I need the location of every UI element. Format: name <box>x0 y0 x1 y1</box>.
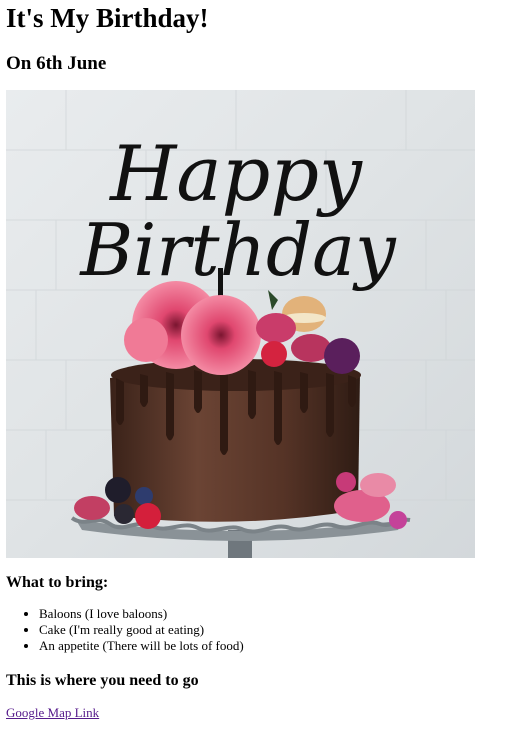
map-link-paragraph: Google Map Link <box>6 705 501 721</box>
topper-text-happy: Happy <box>108 129 363 218</box>
page-title: It's My Birthday! <box>6 3 209 33</box>
date-heading: On 6th June <box>6 53 107 74</box>
list-item: Cake (I'm really good at eating) <box>39 622 501 638</box>
bring-heading: What to bring: <box>6 574 109 591</box>
cake-topper: Happy Birthday <box>78 129 397 298</box>
list-item: Baloons (I love baloons) <box>39 606 501 622</box>
location-heading: This is where you need to go <box>6 672 199 689</box>
birthday-cake-image: Happy Birthday <box>6 90 475 558</box>
page: It's My Birthday! On 6th June Happy Birt… <box>0 2 507 721</box>
bring-list: Baloons (I love baloons) Cake (I'm reall… <box>6 606 501 654</box>
list-item: An appetite (There will be lots of food) <box>39 638 501 654</box>
google-map-link[interactable]: Google Map Link <box>6 705 99 720</box>
topper-text-birthday: Birthday <box>78 208 397 292</box>
